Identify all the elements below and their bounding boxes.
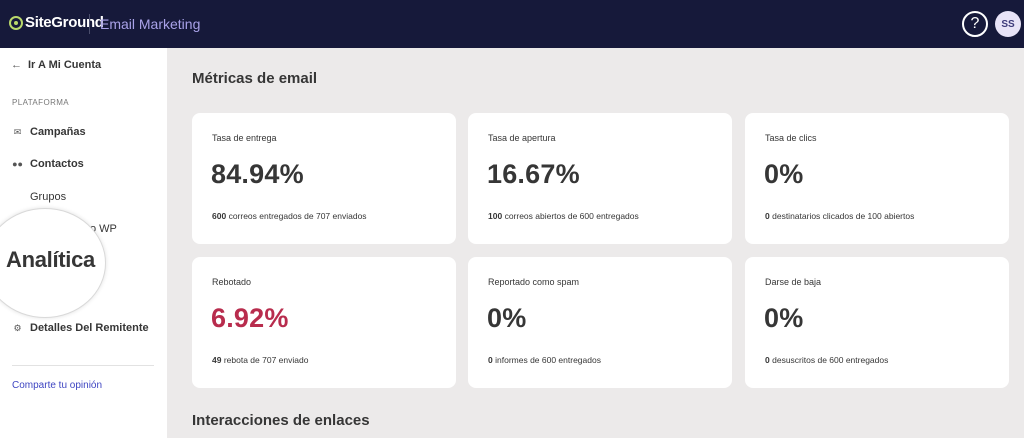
gear-icon: ⚙ [13, 322, 22, 333]
metric-footnote: 100 correos abiertos de 600 entregados [488, 211, 639, 221]
metric-count: 0 [765, 211, 770, 221]
metric-count: 100 [488, 211, 503, 221]
user-avatar[interactable]: SS [995, 11, 1021, 37]
metric-label: Tasa de entrega [212, 133, 277, 143]
metric-value: 84.94% [211, 159, 304, 189]
metric-footnote-text: informes de 600 entregados [495, 355, 601, 365]
metric-value: 0% [764, 303, 804, 333]
feedback-link[interactable]: Comparte tu opinión [12, 380, 102, 391]
metric-card-bounced: Rebotado 6.92% 49 rebota de 707 enviado [192, 257, 456, 388]
metric-count: 0 [488, 355, 493, 365]
app-name: Email Marketing [100, 16, 201, 32]
metric-card-click-rate: Tasa de clics 0% 0 destinatarios clicado… [745, 113, 1009, 244]
metric-card-delivery: Tasa de entrega 84.94% 600 correos entre… [192, 113, 456, 244]
metric-card-spam: Reportado como spam 0% 0 informes de 600… [468, 257, 732, 388]
metric-count: 0 [765, 355, 770, 365]
sidebar-item-label: Campañas [30, 126, 86, 138]
sidebar-divider [12, 365, 154, 366]
metric-count: 600 [212, 211, 227, 221]
logo-text: SiteGround [25, 14, 104, 31]
metric-label: Reportado como spam [488, 277, 580, 287]
section-title-link-interactions: Interacciones de enlaces [192, 412, 370, 429]
metric-footnote: 0 destinatarios clicados de 100 abiertos [765, 211, 914, 221]
metric-count: 49 [212, 355, 222, 365]
metric-footnote: 0 informes de 600 entregados [488, 355, 601, 365]
sidebar-item-analytics[interactable]: Analítica [6, 247, 95, 273]
metric-label: Darse de baja [765, 277, 822, 287]
metric-card-unsubscribe: Darse de baja 0% 0 desuscritos de 600 en… [745, 257, 1009, 388]
metric-footnote-text: desuscritos de 600 entregados [772, 355, 889, 365]
metric-label: Tasa de clics [765, 133, 817, 143]
envelope-icon: ✉ [13, 126, 22, 137]
metric-footnote-text: correos abiertos de 600 entregados [504, 211, 639, 221]
back-to-account-link[interactable]: ← Ir A Mi Cuenta [11, 59, 101, 71]
metric-value: 0% [764, 159, 804, 189]
metric-label: Tasa de apertura [488, 133, 556, 143]
metric-footnote: 600 correos entregados de 707 enviados [212, 211, 367, 221]
metric-label: Rebotado [212, 277, 252, 287]
sidebar-item-campaigns[interactable]: ✉ Campañas [12, 126, 86, 138]
top-bar: SiteGround Email Marketing ? SS [0, 0, 1024, 48]
sidebar-item-contacts[interactable]: ●● Contactos [12, 158, 84, 170]
back-link-label: Ir A Mi Cuenta [28, 59, 102, 71]
metric-value: 0% [487, 303, 527, 333]
help-button[interactable]: ? [962, 11, 988, 37]
metric-footnote: 49 rebota de 707 enviado [212, 355, 308, 365]
metric-value: 16.67% [487, 159, 580, 189]
header-divider [89, 14, 90, 34]
metric-card-open-rate: Tasa de apertura 16.67% 100 correos abie… [468, 113, 732, 244]
metric-value: 6.92% [211, 303, 289, 333]
sidebar-subitem-groups[interactable]: Grupos [30, 191, 66, 203]
logo-icon [9, 15, 23, 30]
sidebar-item-sender-details[interactable]: ⚙ Detalles Del Remitente [12, 322, 149, 334]
help-icon: ? [970, 15, 980, 32]
page-title: Métricas de email [192, 70, 318, 87]
sidebar-item-label: Contactos [30, 158, 84, 170]
metric-footnote-text: destinatarios clicados de 100 abiertos [772, 211, 915, 221]
contacts-icon: ●● [12, 159, 23, 169]
section-label-platform: PLATAFORMA [12, 98, 70, 107]
metric-footnote-text: correos entregados de 707 enviados [228, 211, 367, 221]
sidebar-item-label: Detalles Del Remitente [30, 322, 149, 334]
metric-footnote: 0 desuscritos de 600 entregados [765, 355, 888, 365]
metric-footnote-text: rebota de 707 enviado [223, 355, 309, 365]
arrow-left-icon: ← [11, 59, 22, 71]
